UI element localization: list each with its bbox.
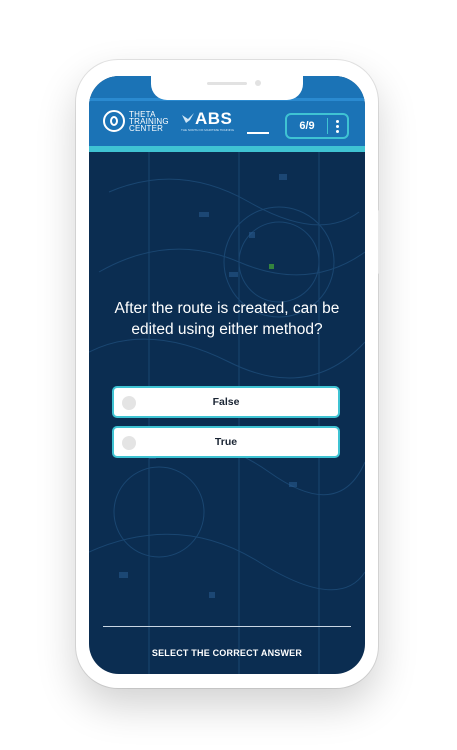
abs-logo-text: ABS bbox=[195, 109, 233, 128]
front-camera bbox=[255, 80, 261, 86]
progress-indicator: 6/9 bbox=[285, 113, 349, 139]
stage: THETA TRAINING CENTER ABS THE NORTH OF M… bbox=[0, 0, 457, 750]
app-screen: THETA TRAINING CENTER ABS THE NORTH OF M… bbox=[89, 76, 365, 674]
speaker-grille bbox=[207, 82, 247, 85]
answer-option-false[interactable]: False bbox=[112, 386, 340, 418]
instruction-text: SELECT THE CORRECT ANSWER bbox=[151, 648, 303, 658]
theta-logo-icon bbox=[103, 110, 125, 132]
phone-mockup: THETA TRAINING CENTER ABS THE NORTH OF M… bbox=[76, 60, 381, 688]
abs-logo: ABS THE NORTH OF MARITIME TRAINING bbox=[181, 109, 239, 133]
question-text: After the route is created, can be edite… bbox=[114, 300, 340, 338]
theta-logo: THETA TRAINING CENTER bbox=[103, 110, 179, 132]
answer-option-label: False bbox=[212, 396, 240, 408]
vertical-dots-icon[interactable] bbox=[328, 115, 347, 137]
phone-side-button bbox=[378, 210, 381, 274]
phone-notch bbox=[151, 76, 303, 100]
abs-bird-icon bbox=[182, 113, 194, 123]
footer-divider bbox=[103, 626, 351, 627]
answer-option-label: True bbox=[214, 436, 238, 448]
answer-option-true[interactable]: True bbox=[112, 426, 340, 458]
header-accent-bar bbox=[89, 146, 365, 152]
abs-tagline: THE NORTH OF MARITIME TRAINING bbox=[181, 128, 235, 132]
brand-line-3: CENTER bbox=[129, 123, 164, 133]
theta-logo-text: THETA TRAINING CENTER bbox=[129, 110, 179, 133]
question-counter: 6/9 bbox=[299, 120, 315, 132]
header-dash bbox=[247, 132, 269, 134]
